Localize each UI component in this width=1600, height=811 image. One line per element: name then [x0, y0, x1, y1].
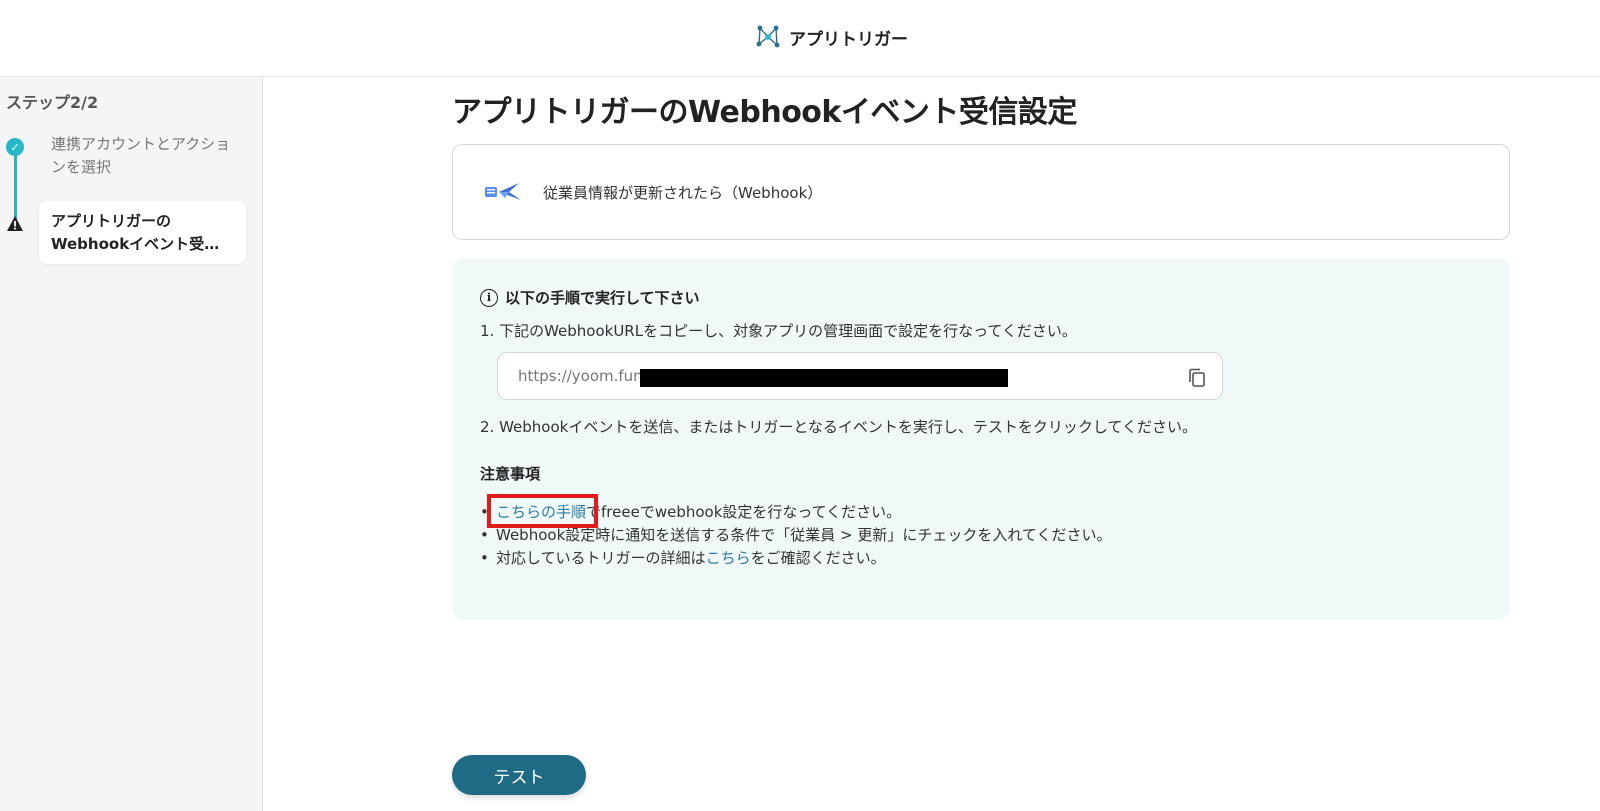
instructions-panel: i 以下の手順で実行して下さい 1. 下記のWebhookURLをコピーし、対象…: [452, 258, 1510, 620]
list-item: 対応しているトリガーの詳細はこちらをご確認ください。: [480, 547, 1111, 570]
notes-title: 注意事項: [480, 465, 541, 483]
check-icon: ✓: [6, 138, 24, 156]
trigger-card: 従業員情報が更新されたら（Webhook）: [452, 144, 1510, 240]
instructions-heading: i 以下の手順で実行して下さい: [480, 287, 700, 308]
step-label-line1: アプリトリガーの: [51, 212, 172, 230]
step-item-select-action[interactable]: 連携アカウントとアクションを選択: [51, 133, 241, 179]
app-name: アプリトリガー: [789, 29, 908, 50]
step-sidebar: ステップ2/2 ✓ 連携アカウントとアクションを選択 アプリトリガーの Webh…: [0, 77, 263, 811]
instruction-step-1: 1. 下記のWebhookURLをコピーし、対象アプリの管理画面で設定を行なって…: [480, 322, 1077, 340]
list-item: Webhook設定時に通知を送信する条件で「従業員 > 更新」にチェックを入れて…: [480, 524, 1111, 547]
instructions-heading-text: 以下の手順で実行して下さい: [505, 289, 700, 307]
timeline-line: [14, 148, 17, 221]
network-nodes-icon: [756, 25, 780, 48]
note-text: をご確認ください。: [750, 549, 886, 567]
note-text: Webhook設定時に通知を送信する条件で「従業員 > 更新」にチェックを入れて…: [496, 526, 1112, 544]
redacted-url: [640, 369, 1008, 387]
step-item-webhook-settings[interactable]: アプリトリガーの Webhookイベント受信...: [39, 201, 246, 264]
warning-icon: [7, 216, 23, 231]
trigger-details-link[interactable]: こちら: [706, 549, 751, 567]
list-item: こちらの手順でfreeeでwebhook設定を行なってください。: [480, 501, 1111, 524]
app-header: アプリトリガー: [755, 22, 908, 52]
test-button[interactable]: テスト: [452, 755, 586, 795]
webhook-url-field[interactable]: https://yoom.fun/: [497, 352, 1223, 400]
step-label-line2: Webhookイベント受信...: [51, 235, 234, 253]
trigger-label: 従業員情報が更新されたら（Webhook）: [543, 184, 823, 202]
note-text: 対応しているトリガーの詳細は: [496, 549, 706, 567]
note-text: でfreeeでwebhook設定を行なってください。: [586, 503, 902, 521]
info-icon: i: [480, 288, 498, 307]
step-count: ステップ2/2: [6, 93, 99, 112]
procedure-link[interactable]: こちらの手順: [496, 503, 586, 521]
freee-hr-app-icon: [485, 183, 521, 200]
copy-icon[interactable]: [1186, 367, 1208, 389]
webhook-url-text[interactable]: https://yoom.fun/: [518, 367, 648, 385]
instruction-step-2: 2. Webhookイベントを送信、またはトリガーとなるイベントを実行し、テスト…: [480, 418, 1197, 436]
page-title: アプリトリガーのWebhookイベント受信設定: [452, 95, 1077, 130]
top-bar: アプリトリガー: [0, 0, 1600, 77]
notes-list: こちらの手順でfreeeでwebhook設定を行なってください。 Webhook…: [480, 501, 1111, 570]
